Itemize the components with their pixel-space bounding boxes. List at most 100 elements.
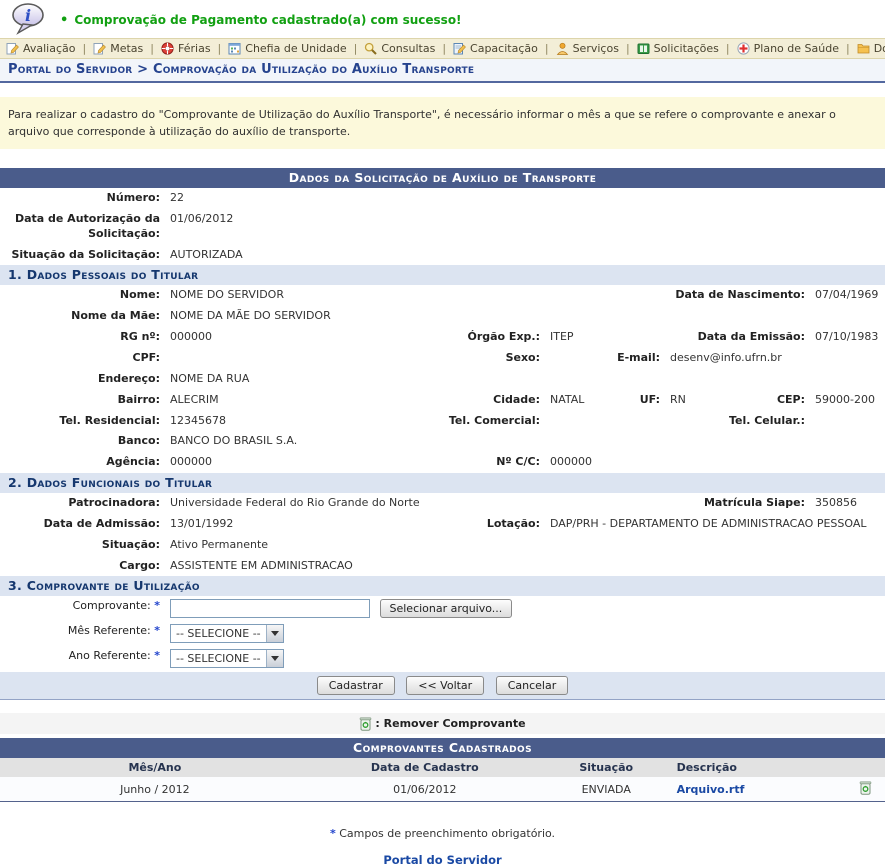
nascimento-label: Data de Nascimento: bbox=[607, 285, 810, 306]
tel-celular-label: Tel. Celular.: bbox=[607, 411, 810, 432]
request-section: Número: 22 Data de Autorização da Solici… bbox=[0, 188, 885, 265]
nome-value: NOME DO SERVIDOR bbox=[165, 285, 607, 306]
select-file-button[interactable]: Selecionar arquivo... bbox=[380, 599, 513, 618]
admissao-value: 13/01/1992 bbox=[165, 514, 397, 535]
section-comprovante: 3. Comprovante de Utilização bbox=[0, 576, 885, 596]
table-row: Junho / 2012 01/06/2012 ENVIADA Arquivo.… bbox=[0, 777, 885, 801]
required-star: * bbox=[154, 624, 160, 637]
orgao-label: Órgão Exp.: bbox=[397, 327, 545, 348]
rg-value: 000000 bbox=[165, 327, 397, 348]
section-dados-pessoais: 1. Dados Pessoais do Titular bbox=[0, 265, 885, 285]
nome-label: Nome: bbox=[0, 285, 165, 306]
cargo-value: ASSISTENTE EM ADMINISTRACAO bbox=[165, 556, 885, 577]
conta-label: Nº C/C: bbox=[397, 452, 545, 473]
comprovantes-title: Comprovantes Cadastrados bbox=[0, 738, 885, 758]
arquivo-link[interactable]: Arquivo.rtf bbox=[677, 783, 745, 796]
menu-bar: Avaliação | Metas | Férias | Chefia de Unid… bbox=[0, 38, 885, 59]
portal-do-servidor-link[interactable]: Portal do Servidor bbox=[0, 853, 885, 867]
patrocinadora-label: Patrocinadora: bbox=[0, 493, 165, 514]
lotacao-label: Lotação: bbox=[397, 514, 545, 535]
required-star: * bbox=[154, 599, 160, 612]
comprovante-label: Comprovante: * bbox=[0, 596, 165, 621]
col-mes-ano: Mês/Ano bbox=[0, 758, 310, 777]
mes-referente-select[interactable]: -- SELECIONE -- bbox=[170, 624, 284, 643]
menu-separator: | bbox=[545, 42, 549, 55]
bairro-value: ALECRIM bbox=[165, 390, 397, 411]
menu-separator: | bbox=[726, 42, 730, 55]
cancelar-button[interactable]: Cancelar bbox=[496, 676, 569, 695]
personal-section: Nome: NOME DO SERVIDOR Data de Nasciment… bbox=[0, 285, 885, 473]
cep-label: CEP: bbox=[725, 390, 810, 411]
magnifier-icon bbox=[364, 42, 377, 55]
col-situacao: Situação bbox=[540, 758, 673, 777]
tel-celular-value bbox=[810, 411, 885, 432]
menu-item-capacitacao[interactable]: Capacitação bbox=[453, 42, 538, 55]
trash-icon bbox=[359, 716, 372, 731]
cpf-label: CPF: bbox=[0, 348, 165, 369]
row-data-cadastro: 01/06/2012 bbox=[310, 780, 540, 799]
uf-value: RN bbox=[665, 390, 725, 411]
menu-separator: | bbox=[846, 42, 850, 55]
bairro-label: Bairro: bbox=[0, 390, 165, 411]
menu-separator: | bbox=[442, 42, 446, 55]
remove-comprovante-button[interactable] bbox=[859, 780, 872, 795]
numero-label: Número: bbox=[0, 188, 165, 209]
solicitation-table: Dados da Solicitação de Auxílio de Trans… bbox=[0, 168, 885, 700]
menu-item-documentos[interactable]: Documentos bbox=[857, 42, 885, 55]
lotacao-value: DAP/PRH - DEPARTAMENTO DE ADMINISTRACAO … bbox=[545, 514, 885, 535]
mae-label: Nome da Mãe: bbox=[0, 306, 165, 327]
pencil-paper-icon bbox=[93, 42, 106, 55]
sexo-label: Sexo: bbox=[397, 348, 545, 369]
col-descricao: Descrição bbox=[673, 758, 846, 777]
mes-referente-label: Mês Referente: * bbox=[0, 621, 165, 646]
banco-label: Banco: bbox=[0, 431, 165, 452]
situacao-solicitacao-value: AUTORIZADA bbox=[165, 245, 885, 266]
nascimento-value: 07/04/1969 bbox=[810, 285, 885, 306]
cidade-value: NATAL bbox=[545, 390, 607, 411]
menu-item-metas[interactable]: Metas bbox=[93, 42, 143, 55]
form-pencil-icon bbox=[453, 42, 466, 55]
ano-referente-label: Ano Referente: * bbox=[0, 646, 165, 671]
menu-item-solicitacoes[interactable]: Solicitações bbox=[637, 42, 719, 55]
menu-item-servicos[interactable]: Serviços bbox=[556, 42, 619, 55]
green-book-icon bbox=[637, 42, 650, 55]
menu-separator: | bbox=[83, 42, 87, 55]
voltar-button[interactable]: << Voltar bbox=[406, 676, 484, 695]
orgao-value: ITEP bbox=[545, 327, 607, 348]
email-value: desenv@info.ufrn.br bbox=[665, 348, 885, 369]
cpf-value bbox=[165, 348, 397, 369]
menu-separator: | bbox=[150, 42, 154, 55]
svg-text:i: i bbox=[25, 6, 31, 25]
menu-item-chefia-de-unidade[interactable]: Chefia de Unidade bbox=[228, 42, 346, 55]
bullet-icon: • bbox=[60, 13, 68, 28]
section-dados-funcionais: 2. Dados Funcionais do Titular bbox=[0, 473, 885, 493]
table-title: Dados da Solicitação de Auxílio de Trans… bbox=[0, 168, 885, 188]
pencil-paper-icon bbox=[6, 42, 19, 55]
menu-item-avaliacao[interactable]: Avaliação bbox=[6, 42, 76, 55]
instruction-note: Para realizar o cadastro do "Comprovante… bbox=[0, 97, 885, 149]
col-actions bbox=[845, 765, 885, 771]
endereco-value: NOME DA RUA bbox=[165, 369, 885, 390]
menu-item-consultas[interactable]: Consultas bbox=[364, 42, 435, 55]
menu-item-ferias[interactable]: Férias bbox=[161, 42, 211, 55]
comprovante-form: Comprovante: * Selecionar arquivo... Mês… bbox=[0, 596, 885, 671]
situacao-funcional-value: Ativo Permanente bbox=[165, 535, 885, 556]
ano-referente-select[interactable]: -- SELECIONE -- bbox=[170, 649, 284, 668]
email-label: E-mail: bbox=[607, 348, 665, 369]
situacao-solicitacao-label: Situação da Solicitação: bbox=[0, 245, 165, 266]
col-data-cadastro: Data de Cadastro bbox=[310, 758, 540, 777]
row-mes-ano: Junho / 2012 bbox=[0, 780, 310, 799]
autorizacao-label: Data de Autorização da Solicitação: bbox=[0, 209, 165, 245]
comprovante-file-input[interactable] bbox=[170, 599, 370, 618]
siape-value: 350856 bbox=[810, 493, 885, 514]
comprovantes-table: Comprovantes Cadastrados Mês/Ano Data de… bbox=[0, 738, 885, 802]
cadastrar-button[interactable]: Cadastrar bbox=[317, 676, 395, 695]
lifebuoy-icon bbox=[161, 42, 174, 55]
menu-separator: | bbox=[218, 42, 222, 55]
conta-value: 000000 bbox=[545, 452, 885, 473]
menu-item-plano-de-saude[interactable]: Plano de Saúde bbox=[737, 42, 839, 55]
cargo-label: Cargo: bbox=[0, 556, 165, 577]
tel-comercial-value bbox=[545, 411, 607, 432]
emissao-value: 07/10/1983 bbox=[810, 327, 885, 348]
folder-icon bbox=[857, 42, 870, 55]
